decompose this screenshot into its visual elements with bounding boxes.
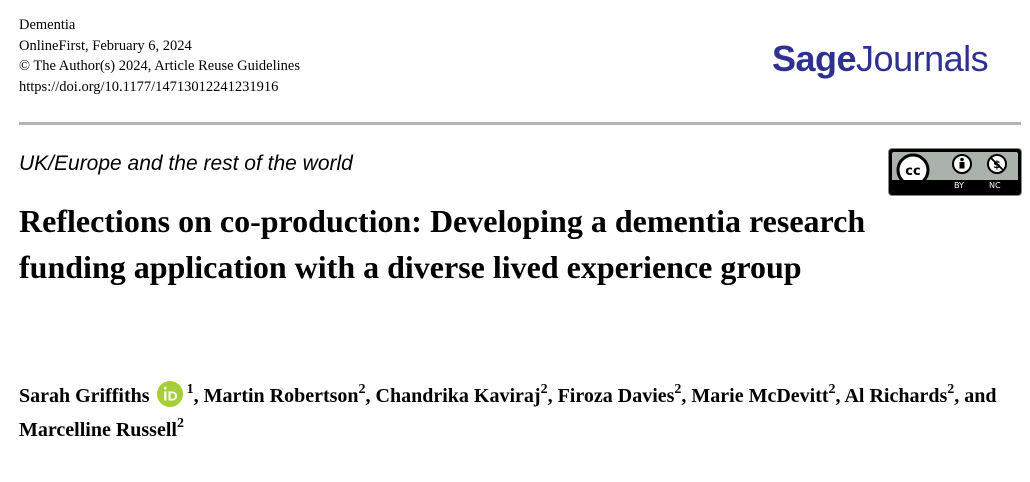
author-name[interactable]: Martin Robertson bbox=[204, 385, 359, 407]
article-meta: Dementia OnlineFirst, February 6, 2024 ©… bbox=[19, 15, 300, 97]
author-name[interactable]: Sarah Griffiths bbox=[19, 385, 150, 407]
noncommercial-icon: $ bbox=[987, 154, 1007, 174]
author-name[interactable]: Marcelline Russell bbox=[19, 419, 177, 441]
author-separator: , bbox=[365, 385, 376, 407]
author-name[interactable]: Marie McDevitt bbox=[691, 385, 828, 407]
attribution-icon bbox=[952, 154, 972, 174]
copyright-line[interactable]: © The Author(s) 2024, Article Reuse Guid… bbox=[19, 56, 300, 77]
author-name[interactable]: Firoza Davies bbox=[558, 385, 675, 407]
svg-text:cc: cc bbox=[905, 164, 920, 179]
affiliation-marker[interactable]: 2 bbox=[541, 382, 548, 397]
logo-journals-text: Journals bbox=[856, 38, 989, 79]
affiliation-marker[interactable]: 2 bbox=[177, 416, 184, 431]
author-separator: , and bbox=[954, 385, 997, 407]
orcid-icon[interactable] bbox=[156, 381, 183, 407]
author-name[interactable]: Chandrika Kaviraj bbox=[376, 385, 541, 407]
affiliation-marker[interactable]: 1 bbox=[187, 382, 194, 397]
journal-name: Dementia bbox=[19, 17, 76, 33]
sage-journals-logo[interactable]: SageJournals bbox=[772, 38, 989, 80]
cc-license-badge[interactable]: cc $ BY NC bbox=[888, 148, 1022, 196]
affiliation-marker[interactable]: 2 bbox=[947, 382, 954, 397]
affiliation-marker[interactable]: 2 bbox=[674, 382, 681, 397]
logo-sage-text: Sage bbox=[772, 38, 857, 79]
section-heading: UK/Europe and the rest of the world bbox=[19, 152, 353, 175]
affiliation-marker[interactable]: 2 bbox=[359, 382, 366, 397]
doi-link[interactable]: https://doi.org/10.1177/1471301224123191… bbox=[19, 77, 300, 98]
author-name[interactable]: Al Richards bbox=[844, 385, 947, 407]
header-divider bbox=[19, 122, 1021, 125]
author-separator: , bbox=[681, 385, 692, 407]
affiliation-marker[interactable]: 2 bbox=[829, 382, 836, 397]
author-list: Sarah Griffiths 1, Martin Robertson2, Ch… bbox=[19, 379, 1024, 447]
publication-date: OnlineFirst, February 6, 2024 bbox=[19, 37, 192, 54]
article-title: Reflections on co-production: Developing… bbox=[19, 203, 866, 285]
author-separator: , bbox=[547, 385, 558, 407]
by-label: BY bbox=[954, 181, 964, 190]
nc-label: NC bbox=[989, 181, 1001, 190]
author-separator: , bbox=[193, 385, 204, 407]
